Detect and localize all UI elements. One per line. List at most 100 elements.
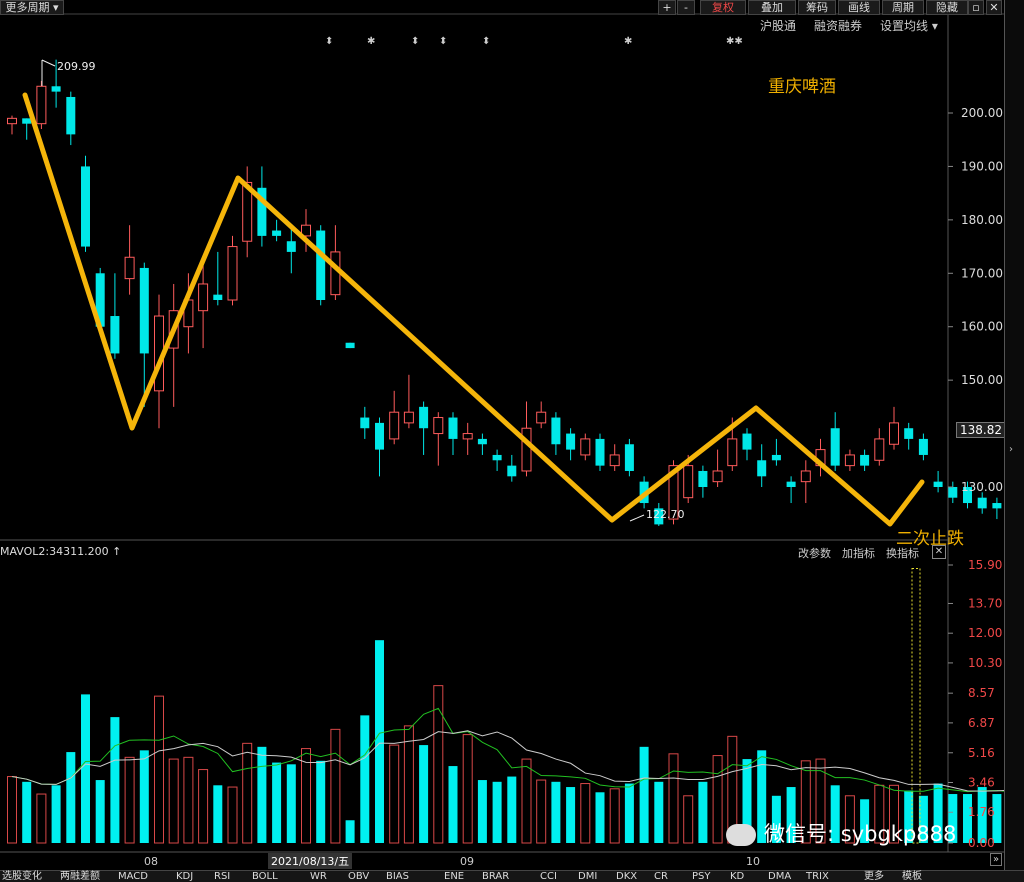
adjust-button[interactable]: 复权 <box>700 0 746 15</box>
volume-tick-label: 8.57 <box>968 686 995 700</box>
candle-body-down <box>992 503 1002 509</box>
price-tick-label: 150.00 <box>961 373 1003 387</box>
candle-body-down <box>742 433 752 450</box>
indicator-tab[interactable]: BRAR <box>482 871 509 882</box>
add-indicator-link[interactable]: 加指标 <box>842 545 875 561</box>
indicator-tab[interactable]: KDJ <box>176 871 193 882</box>
indicator-tab[interactable]: CCI <box>540 871 557 882</box>
candle-body-down <box>757 460 767 477</box>
indicator-tab[interactable]: 选股变化 <box>2 871 42 882</box>
indicator-tab[interactable]: BOLL <box>252 871 278 882</box>
candle-body-up <box>198 283 209 312</box>
volume-bar-up <box>462 734 473 844</box>
candle-body-down <box>860 454 870 466</box>
candle-body-down <box>771 454 781 461</box>
zoom-out-button[interactable]: - <box>677 0 695 15</box>
volume-bar-up <box>36 793 47 844</box>
volume-bar-down <box>448 766 458 843</box>
right-side-panel[interactable]: › <box>1004 0 1024 870</box>
indicator-tab[interactable]: ENE <box>444 871 464 882</box>
candle-body-up <box>712 470 723 483</box>
price-tick-label: 160.00 <box>961 320 1003 334</box>
scroll-right-icon[interactable]: » <box>990 853 1003 866</box>
volume-bar-up <box>183 756 194 844</box>
volume-bar-down <box>551 781 561 843</box>
volume-bar-down <box>654 781 664 843</box>
stock-chart[interactable]: 200.00 190.00 180.00 170.00 160.00 150.00 130.… <box>0 0 1024 881</box>
indicator-tab[interactable]: PSY <box>692 871 711 882</box>
volume-bar-down <box>22 781 32 843</box>
close-indicator-icon[interactable]: ✕ <box>932 545 946 559</box>
change-params-link[interactable]: 改参数 <box>798 545 831 561</box>
candle-body-up <box>389 411 400 440</box>
event-marker[interactable]: ⬍ <box>439 36 447 47</box>
candle-body-down <box>22 118 32 124</box>
period-label: 更多周期 <box>5 1 50 14</box>
volume-bar-down <box>639 746 649 843</box>
indicator-tab[interactable]: WR <box>310 871 327 882</box>
candle-body-up <box>889 422 899 445</box>
indicator-tab[interactable]: DMI <box>578 871 597 882</box>
cycle-button[interactable]: 周期 <box>882 0 924 15</box>
event-marker[interactable]: ✱ <box>367 36 375 47</box>
volume-bar-up <box>609 788 620 844</box>
indicator-tab[interactable]: DMA <box>768 871 791 882</box>
indicator-tab[interactable]: 两融差额 <box>60 871 100 882</box>
candle-body-down <box>624 444 634 471</box>
indicator-tab[interactable]: 更多 <box>864 871 884 882</box>
indicator-tab[interactable]: OBV <box>348 871 369 882</box>
indicator-tab[interactable]: TRIX <box>806 871 829 882</box>
candle-body-down <box>566 433 576 450</box>
expand-arrow-icon[interactable]: › <box>1009 444 1013 455</box>
restore-icon[interactable]: ▫ <box>968 0 984 15</box>
candle-body-down <box>698 470 708 487</box>
indicator-tab[interactable]: BIAS <box>386 871 409 882</box>
ma-settings-link[interactable]: 设置均线 ▾ <box>880 17 938 34</box>
candle-body-down <box>419 406 429 429</box>
event-marker[interactable]: ⬍ <box>325 36 333 47</box>
volume-bar-down <box>272 762 282 843</box>
hide-button[interactable]: 隐藏 <box>926 0 968 15</box>
volume-bar-down <box>507 776 517 843</box>
period-dropdown[interactable]: 更多周期 ▾ <box>0 0 64 15</box>
indicator-tab[interactable]: KD <box>730 871 744 882</box>
price-tick-label: 180.00 <box>961 213 1003 227</box>
candle-body-down <box>551 417 561 445</box>
indicator-tab[interactable]: RSI <box>214 871 230 882</box>
price-tick-label: 190.00 <box>961 159 1003 173</box>
candle-body-down <box>492 454 502 461</box>
switch-indicator-link[interactable]: 换指标 <box>886 545 919 561</box>
volume-tick-label: 3.46 <box>968 776 995 790</box>
overlay-button[interactable]: 叠加 <box>748 0 796 15</box>
draw-button[interactable]: 画线 <box>838 0 880 15</box>
event-marker[interactable]: ✱✱ <box>726 36 743 47</box>
volume-tick-label: 12.00 <box>968 626 1002 640</box>
event-marker[interactable]: ⬍ <box>411 36 419 47</box>
volume-bar-up <box>7 776 17 844</box>
volume-tick-label: 5.16 <box>968 746 995 760</box>
candle-body-down <box>272 230 282 236</box>
margin-trading-link[interactable]: 融资融券 <box>814 17 862 34</box>
indicator-tab[interactable]: DKX <box>616 871 637 882</box>
volume-tick-label: 6.87 <box>968 716 995 730</box>
candle-body-up <box>403 411 414 424</box>
volume-indicator-header: MAVOL2:34311.200 ↑ <box>0 545 122 558</box>
volume-bar-down <box>316 760 326 843</box>
hk-connect-link[interactable]: 沪股通 <box>760 17 796 34</box>
candle-body-up <box>7 117 17 125</box>
x-label-sep: 09 <box>460 855 474 868</box>
indicator-tab[interactable]: 模板 <box>902 871 922 882</box>
candle-body-down <box>507 465 517 477</box>
candle-body-up <box>227 246 238 301</box>
event-marker[interactable]: ✱ <box>624 36 632 47</box>
indicator-tab[interactable]: MACD <box>118 871 148 882</box>
event-marker[interactable]: ⬍ <box>482 36 490 47</box>
indicator-tab[interactable]: CR <box>654 871 668 882</box>
zoom-in-button[interactable]: + <box>658 0 676 15</box>
volume-bar-down <box>213 785 223 843</box>
candle-body-down <box>933 481 943 487</box>
volume-bar-down <box>375 640 384 843</box>
chips-button[interactable]: 筹码 <box>798 0 836 15</box>
volume-bar-down <box>286 764 296 843</box>
close-icon[interactable]: ✕ <box>986 0 1002 15</box>
